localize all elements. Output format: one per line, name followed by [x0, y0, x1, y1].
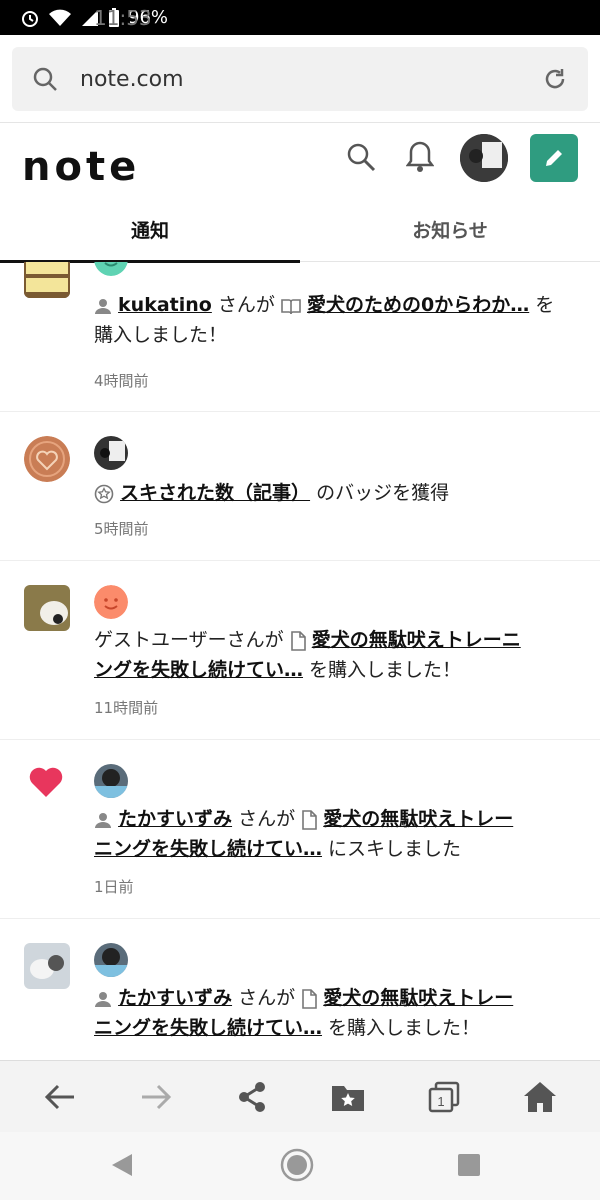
note-logo[interactable]: note: [22, 144, 140, 190]
back-button[interactable]: [42, 1079, 78, 1115]
notification-item[interactable]: ゲストユーザーさんが 愛犬の無駄吠えトレーニ ングを失敗し続けてい… を購入しま…: [0, 561, 600, 740]
content-thumbnail: [24, 943, 70, 989]
user-icon[interactable]: [94, 943, 128, 977]
notification-text: ゲストユーザーさんが 愛犬の無駄吠えトレーニ ングを失敗し続けてい… を購入しま…: [94, 629, 521, 681]
nav-back-icon[interactable]: [110, 1152, 134, 1178]
browser-toolbar: note.com: [0, 35, 600, 123]
badge-icon: [94, 484, 114, 503]
notification-time: 1日前: [94, 878, 134, 896]
url-text[interactable]: note.com: [80, 67, 542, 92]
post-button[interactable]: [530, 134, 578, 182]
user-link[interactable]: たかすいずみ: [118, 987, 232, 1009]
bookmark-button[interactable]: [330, 1079, 366, 1115]
user-icon[interactable]: [94, 764, 128, 798]
user-link[interactable]: kukatino: [118, 294, 212, 316]
svg-text:1: 1: [437, 1094, 444, 1109]
book-icon: [281, 298, 301, 314]
content-thumbnail: [24, 262, 70, 298]
status-time: 11:53: [94, 5, 152, 30]
content-link[interactable]: ニングを失敗し続けてい…: [94, 838, 322, 860]
content-thumbnail: [24, 585, 70, 631]
tab-bar: 通知 お知らせ: [0, 196, 600, 263]
content-link[interactable]: ングを失敗し続けてい…: [94, 659, 303, 681]
home-icon: [524, 1082, 556, 1112]
home-button[interactable]: [522, 1079, 558, 1115]
badge-thumbnail: [24, 436, 70, 482]
share-icon: [239, 1082, 265, 1112]
alarm-icon: [22, 10, 38, 27]
badge-link[interactable]: スキされた数（記事）: [120, 482, 310, 504]
arrow-left-icon: [44, 1084, 74, 1110]
tabs-button[interactable]: 1: [426, 1079, 462, 1115]
document-icon: [302, 809, 317, 830]
notification-list: kukatino さんが 愛犬のための0からわか… を 購入しました！ 4時間前…: [0, 262, 600, 1060]
browser-bottom-bar: 1: [0, 1060, 600, 1132]
notification-text: スキされた数（記事） のバッジを獲得: [94, 478, 584, 508]
status-bar: 11:53 96%: [0, 0, 600, 35]
system-navigation-bar: [0, 1132, 600, 1200]
user-icon[interactable]: [94, 436, 128, 470]
nav-home-icon[interactable]: [280, 1148, 314, 1182]
user-icon[interactable]: [94, 262, 128, 276]
search-icon[interactable]: [346, 142, 376, 172]
share-button[interactable]: [234, 1079, 270, 1115]
forward-button[interactable]: [138, 1079, 174, 1115]
user-small-icon: [95, 991, 111, 1007]
user-avatar[interactable]: [460, 134, 508, 182]
bell-icon[interactable]: [406, 140, 434, 174]
user-small-icon: [95, 298, 111, 314]
tab-notifications[interactable]: 通知: [0, 196, 300, 262]
notification-text: kukatino さんが 愛犬のための0からわか… を 購入しました！: [94, 294, 555, 346]
content-link[interactable]: 愛犬の無駄吠えトレー: [323, 808, 513, 830]
notification-time: 11時間前: [94, 699, 159, 717]
wifi-icon: [49, 9, 71, 26]
content-link[interactable]: 愛犬のための0からわか…: [307, 294, 529, 316]
content-link[interactable]: 愛犬の無駄吠えトレー: [323, 987, 513, 1009]
content-link[interactable]: 愛犬の無駄吠えトレーニ: [312, 629, 521, 651]
search-icon: [33, 67, 57, 91]
user-small-icon: [95, 812, 111, 828]
notification-item[interactable]: たかすいずみ さんが 愛犬の無駄吠えトレー ニングを失敗し続けてい… にスキしま…: [0, 740, 600, 919]
notification-time: 5時間前: [94, 520, 149, 538]
user-link[interactable]: たかすいずみ: [118, 808, 232, 830]
notification-time: 4時間前: [94, 372, 149, 390]
user-icon[interactable]: [94, 585, 128, 619]
notification-text: たかすいずみ さんが 愛犬の無駄吠えトレー ニングを失敗し続けてい… にスキしま…: [94, 808, 514, 860]
notification-item[interactable]: kukatino さんが 愛犬のための0からわか… を 購入しました！ 4時間前: [0, 262, 600, 412]
tab-announcements[interactable]: お知らせ: [300, 196, 600, 262]
content-link[interactable]: ニングを失敗し続けてい…: [94, 1017, 322, 1039]
bookmark-folder-icon: [332, 1086, 364, 1111]
arrow-right-icon: [142, 1084, 172, 1110]
document-icon: [302, 988, 317, 1009]
reload-icon[interactable]: [542, 66, 568, 92]
tabs-icon: 1: [428, 1081, 460, 1113]
heart-icon: [29, 767, 63, 797]
notification-text: たかすいずみ さんが 愛犬の無駄吠えトレー ニングを失敗し続けてい… を購入しま…: [94, 987, 514, 1039]
notification-item[interactable]: たかすいずみ さんが 愛犬の無駄吠えトレー ニングを失敗し続けてい… を購入しま…: [0, 919, 600, 1060]
url-bar[interactable]: note.com: [12, 47, 588, 111]
document-icon: [290, 630, 306, 651]
notification-item[interactable]: スキされた数（記事） のバッジを獲得 5時間前: [0, 412, 600, 561]
pencil-icon: [546, 150, 562, 166]
nav-recents-icon[interactable]: [458, 1154, 480, 1176]
site-header: note: [0, 124, 600, 194]
